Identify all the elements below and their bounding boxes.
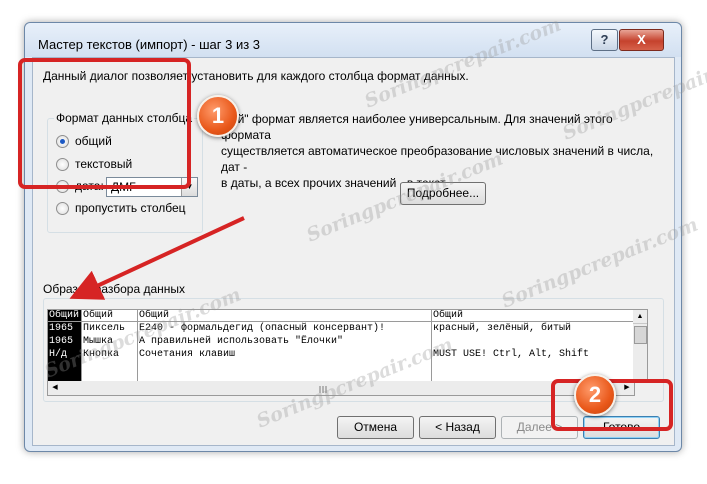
table-cell: [432, 335, 633, 348]
table-cell: 1965: [49, 323, 74, 334]
preview-column-3[interactable]: Общий E240 - формальдегид (опасный консе…: [138, 310, 432, 382]
step-badge-1: 1: [197, 95, 239, 137]
table-cell: Пиксель: [83, 323, 126, 334]
preview-column-2[interactable]: Общий Пиксель Мышка Кнопка: [82, 310, 138, 382]
table-cell: 1965: [49, 336, 74, 347]
table-cell: Мышка: [83, 336, 114, 347]
preview-column-1[interactable]: Общий 1965 1965 Н/д: [48, 310, 82, 382]
column-header[interactable]: Общий: [82, 310, 137, 322]
scroll-up-icon[interactable]: ▲: [633, 310, 647, 324]
scrollbar-grip-icon[interactable]: [313, 383, 333, 393]
scroll-left-icon[interactable]: ◀: [48, 381, 62, 395]
radio-skip-indicator[interactable]: [56, 201, 69, 215]
close-button[interactable]: X: [619, 29, 664, 51]
preview-column-4[interactable]: Общий красный, зелёный, битый MUST USE! …: [432, 310, 633, 382]
scrollbar-thumb[interactable]: [634, 326, 647, 344]
table-cell: А правильней использовать "Ёлочки": [139, 336, 344, 347]
table-cell: Кнопка: [83, 349, 120, 360]
title-bar: Мастер текстов (импорт) - шаг 3 из 3 ? X: [25, 23, 681, 57]
column-header[interactable]: Общий: [432, 310, 633, 322]
format-highlight-box: [18, 58, 191, 189]
column-header[interactable]: Общий: [48, 310, 81, 322]
format-info-line: щий" формат является наиболее универсаль…: [221, 112, 613, 142]
format-info-line: существляется автоматическое преобразова…: [221, 144, 654, 174]
preview-horizontal-scrollbar[interactable]: ◀ ▶: [47, 381, 635, 396]
table-cell: Н/д: [49, 349, 68, 360]
format-info-text: щий" формат является наиболее универсаль…: [221, 111, 661, 191]
back-button[interactable]: < Назад: [419, 416, 496, 439]
cancel-button[interactable]: Отмена: [337, 416, 414, 439]
table-cell: E240 - формальдегид (опасный консервант)…: [139, 323, 386, 334]
details-button[interactable]: Подробнее...: [400, 182, 486, 205]
preview-label: Образец разбора данных: [43, 282, 186, 296]
data-preview-grid[interactable]: Общий 1965 1965 Н/д Общий Пиксель Мышка …: [47, 309, 635, 383]
radio-skip-column[interactable]: пропустить столбец: [56, 200, 186, 216]
table-cell: MUST USE! Ctrl, Alt, Shift: [433, 349, 590, 360]
preview-vertical-scrollbar[interactable]: ▲: [633, 309, 648, 383]
radio-skip-label: пропустить столбец: [75, 201, 186, 215]
table-cell: Сочетания клавиш: [139, 349, 236, 360]
step-badge-2: 2: [574, 374, 616, 416]
window-title: Мастер текстов (импорт) - шаг 3 из 3: [38, 37, 261, 52]
table-cell: красный, зелёный, битый: [433, 323, 572, 334]
help-button[interactable]: ?: [591, 29, 618, 51]
column-header[interactable]: Общий: [138, 310, 431, 322]
